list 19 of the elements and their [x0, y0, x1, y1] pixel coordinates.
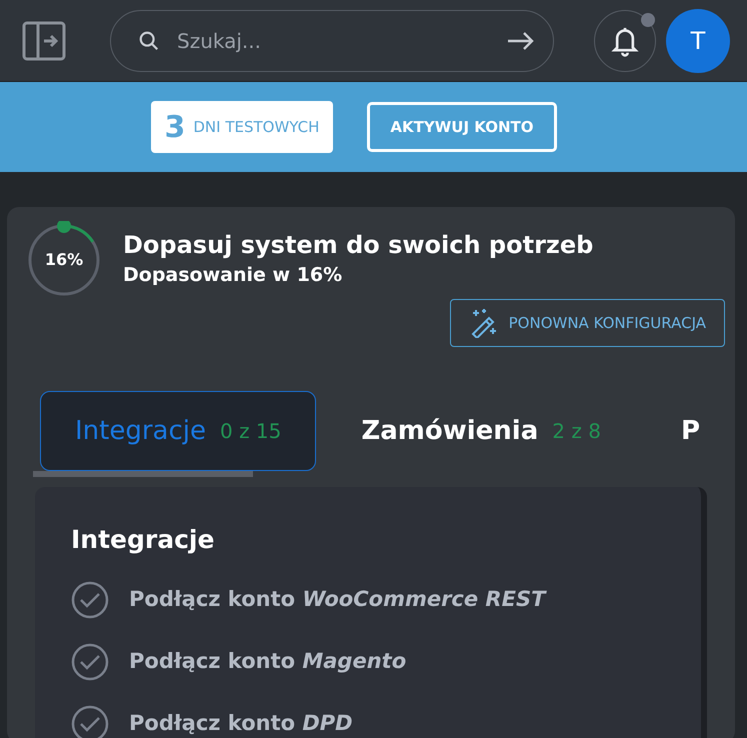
- search-icon: [138, 30, 160, 52]
- trial-days-label: DNI TESTOWYCH: [193, 116, 320, 138]
- progress-percent: 16%: [44, 249, 84, 271]
- tab[interactable]: P: [646, 391, 735, 471]
- reconfigure-button[interactable]: PONOWNA KONFIGURACJA: [450, 299, 725, 347]
- task-text[interactable]: Podłącz konto Magento: [129, 646, 406, 678]
- tab[interactable]: Integracje 0 z 15: [40, 391, 316, 471]
- task-text[interactable]: Podłącz konto WooCommerce REST: [129, 584, 546, 616]
- setup-title: Dopasuj system do swoich potrzeb: [123, 230, 594, 261]
- task-text[interactable]: Podłącz konto DPD: [129, 708, 353, 738]
- sidebar-toggle-icon[interactable]: [22, 18, 66, 62]
- trial-days-count: 3: [164, 108, 186, 146]
- search-field[interactable]: Szukaj...: [110, 10, 554, 72]
- notification-button[interactable]: [594, 10, 656, 72]
- arrow-right-icon[interactable]: [506, 30, 534, 50]
- setup-subtitle: Dopasowanie w 16%: [123, 263, 344, 288]
- avatar[interactable]: T: [666, 8, 730, 72]
- tab[interactable]: Zamówienia 2 z 8: [326, 391, 636, 471]
- section-title: Integracje: [71, 524, 216, 556]
